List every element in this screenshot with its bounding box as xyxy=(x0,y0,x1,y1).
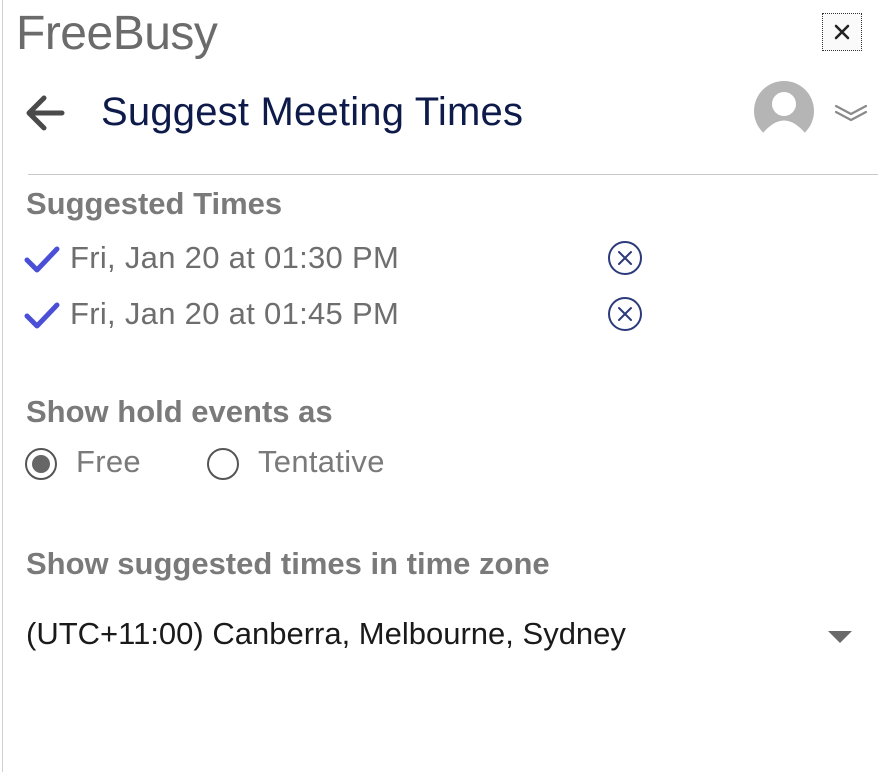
time-zone-select[interactable]: (UTC+11:00) Canberra, Melbourne, Sydney xyxy=(26,616,856,660)
page-header: Suggest Meeting Times xyxy=(0,78,887,154)
double-chevron-down-icon[interactable] xyxy=(833,98,869,126)
app-title: FreeBusy xyxy=(16,7,218,60)
suggested-time-label: Fri, Jan 20 at 01:45 PM xyxy=(70,296,400,331)
suggested-time-row: Fri, Jan 20 at 01:30 PM xyxy=(22,240,662,284)
time-zone-value: (UTC+11:00) Canberra, Melbourne, Sydney xyxy=(26,616,626,651)
remove-time-button[interactable] xyxy=(607,296,643,332)
radio-unselected-icon xyxy=(207,448,239,480)
time-zone-heading: Show suggested times in time zone xyxy=(26,546,550,581)
close-icon xyxy=(834,24,850,40)
arrow-left-icon xyxy=(26,95,65,131)
radio-free-label: Free xyxy=(76,444,141,479)
close-button[interactable] xyxy=(822,13,862,51)
circle-x-icon xyxy=(608,297,642,331)
radio-tentative-label: Tentative xyxy=(258,444,385,479)
suggested-time-row: Fri, Jan 20 at 01:45 PM xyxy=(22,296,662,340)
user-avatar-icon[interactable] xyxy=(753,80,815,142)
hold-events-heading: Show hold events as xyxy=(26,394,333,429)
radio-selected-icon xyxy=(25,448,57,480)
radio-free[interactable]: Free xyxy=(24,444,164,484)
caret-down-icon xyxy=(828,631,852,643)
page-title: Suggest Meeting Times xyxy=(101,90,524,134)
checkmark-icon xyxy=(24,246,60,273)
circle-x-icon xyxy=(608,241,642,275)
remove-time-button[interactable] xyxy=(607,240,643,276)
back-button[interactable] xyxy=(22,90,68,136)
radio-tentative[interactable]: Tentative xyxy=(206,444,426,484)
header-divider xyxy=(28,174,878,175)
checkmark-icon xyxy=(24,302,60,329)
suggested-time-label: Fri, Jan 20 at 01:30 PM xyxy=(70,240,400,275)
suggested-times-heading: Suggested Times xyxy=(26,186,283,221)
